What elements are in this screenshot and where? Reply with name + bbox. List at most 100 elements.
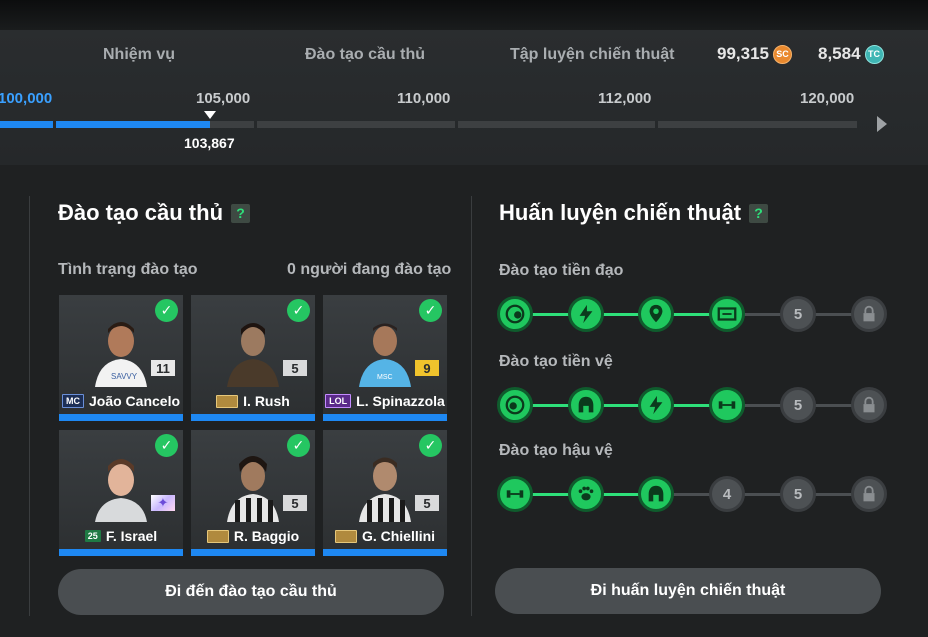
locked-level-node[interactable]: 5 (780, 476, 816, 512)
lock-icon (851, 476, 887, 512)
locked-level-node[interactable]: 5 (780, 387, 816, 423)
milestone-100000: 100,000 (0, 90, 53, 107)
lightning-icon[interactable] (638, 387, 674, 423)
tab-tactical-training[interactable]: Tập luyện chiến thuật (510, 46, 674, 64)
icon-season-badge (334, 529, 357, 543)
player-name: MC João Cancelo (59, 393, 183, 409)
path-line (515, 313, 727, 316)
player-name-text: G. Chiellini (361, 528, 436, 544)
progress-separator (254, 121, 257, 128)
level-badge: 5 (415, 495, 439, 511)
check-icon: ✓ (287, 299, 310, 322)
dumbbell-icon[interactable] (497, 476, 533, 512)
header: Nhiệm vụ Đào tạo cầu thủ Tập luyện chiến… (0, 30, 928, 165)
player-name-text: João Cancelo (88, 393, 181, 409)
lock-icon (851, 387, 887, 423)
spartan-helmet-icon[interactable] (568, 387, 604, 423)
player-name: I. Rush (191, 393, 315, 409)
path-line (515, 404, 727, 407)
progress-pointer-icon (204, 111, 216, 119)
kick-icon[interactable] (497, 296, 533, 332)
tc-coin-icon: TC (864, 44, 884, 64)
help-icon[interactable]: ? (749, 203, 769, 223)
sc-value: 99,315 (717, 44, 769, 63)
paw-icon[interactable] (568, 476, 604, 512)
player-training-title: Đào tạo cầu thủ ? (58, 200, 251, 226)
go-player-training-button[interactable]: Đi đến đào tạo cầu thủ (58, 569, 444, 615)
next-arrow-icon[interactable] (877, 116, 887, 132)
player-card[interactable]: SAVVY ✓ 11 MC João Cancelo (59, 295, 183, 421)
progress-bar (59, 414, 183, 421)
defense-training-label: Đào tạo hậu vệ (499, 442, 613, 459)
player-card[interactable]: MSC ✓ 9 LOL L. Spinazzola (323, 295, 447, 421)
player-name-text: I. Rush (243, 393, 290, 409)
dumbbell-icon[interactable] (709, 387, 745, 423)
check-icon: ✓ (419, 434, 442, 457)
player-card[interactable]: ✓ 5 I. Rush (191, 295, 315, 421)
divider (29, 196, 30, 616)
progress-bar (323, 549, 447, 556)
check-icon: ✓ (155, 299, 178, 322)
progress-separator (53, 121, 56, 128)
icon-season-badge (206, 529, 229, 543)
level-badge: 11 (151, 360, 175, 376)
tactics-board-icon[interactable] (709, 296, 745, 332)
progress-separator (655, 121, 658, 128)
player-card[interactable]: ✓ 5 R. Baggio (191, 430, 315, 556)
divider (471, 196, 472, 616)
player-name: G. Chiellini (323, 528, 447, 544)
midfield-training-label: Đào tạo tiền vệ (499, 353, 613, 370)
spartan-helmet-icon[interactable] (638, 476, 674, 512)
progress-bar (323, 414, 447, 421)
tab-player-training[interactable]: Đào tạo cầu thủ (305, 46, 425, 64)
player-card[interactable]: ✓ ✦ 25 F. Israel (59, 430, 183, 556)
tab-missions[interactable]: Nhiệm vụ (103, 46, 175, 64)
path-line (656, 493, 871, 496)
training-status-label: Tình trạng đào tạo (58, 261, 198, 278)
midfield-training-path: 5 (497, 387, 887, 423)
progress-fill (0, 121, 210, 128)
season-badge: MC (61, 394, 84, 408)
lock-icon (851, 296, 887, 332)
locked-level-node[interactable]: 5 (780, 296, 816, 332)
sc-coin-icon: SC (773, 44, 792, 64)
milestone-110000: 110,000 (397, 90, 451, 107)
go-tactical-training-button[interactable]: Đi huấn luyện chiến thuật (495, 568, 881, 614)
player-portrait-icon (227, 323, 279, 387)
level-badge: 5 (283, 495, 307, 511)
season-badge: 25 (84, 530, 101, 542)
player-card[interactable]: ✓ 5 G. Chiellini (323, 430, 447, 556)
locked-level-node[interactable]: 4 (709, 476, 745, 512)
icon-season-badge (216, 394, 239, 408)
player-portrait-icon (95, 459, 147, 522)
player-name-text: L. Spinazzola (356, 393, 445, 409)
kick-icon[interactable] (497, 387, 533, 423)
season-badge: LOL (325, 394, 352, 408)
player-name: LOL L. Spinazzola (323, 393, 447, 409)
player-name-text: F. Israel (105, 528, 158, 544)
progress-bar (191, 414, 315, 421)
milestone-120000: 120,000 (800, 90, 855, 107)
sc-currency: 99,315 SC (717, 44, 792, 64)
milestone-112000: 112,000 (598, 90, 652, 107)
training-status-value: 0 người đang đào tạo (287, 261, 452, 278)
player-portrait-icon: SAVVY (95, 322, 147, 387)
progress-separator (455, 121, 458, 128)
tc-value: 8,584 (818, 44, 861, 63)
progress-bar (191, 549, 315, 556)
progress-current: 103,867 (184, 135, 235, 151)
svg-text:SAVVY: SAVVY (111, 372, 138, 381)
defense-training-path: 4 5 (497, 476, 887, 512)
tactical-training-title: Huấn luyện chiến thuật ? (499, 200, 769, 226)
tactical-training-title-text: Huấn luyện chiến thuật (499, 200, 742, 225)
tc-currency: 8,584 TC (818, 44, 884, 64)
progress-bar (59, 549, 183, 556)
forward-training-path: 5 (497, 296, 887, 332)
help-icon[interactable]: ? (231, 203, 251, 223)
check-icon: ✓ (287, 434, 310, 457)
location-pin-icon[interactable] (638, 296, 674, 332)
player-name: R. Baggio (191, 528, 315, 544)
check-icon: ✓ (419, 299, 442, 322)
top-band (0, 0, 928, 30)
lightning-icon[interactable] (568, 296, 604, 332)
